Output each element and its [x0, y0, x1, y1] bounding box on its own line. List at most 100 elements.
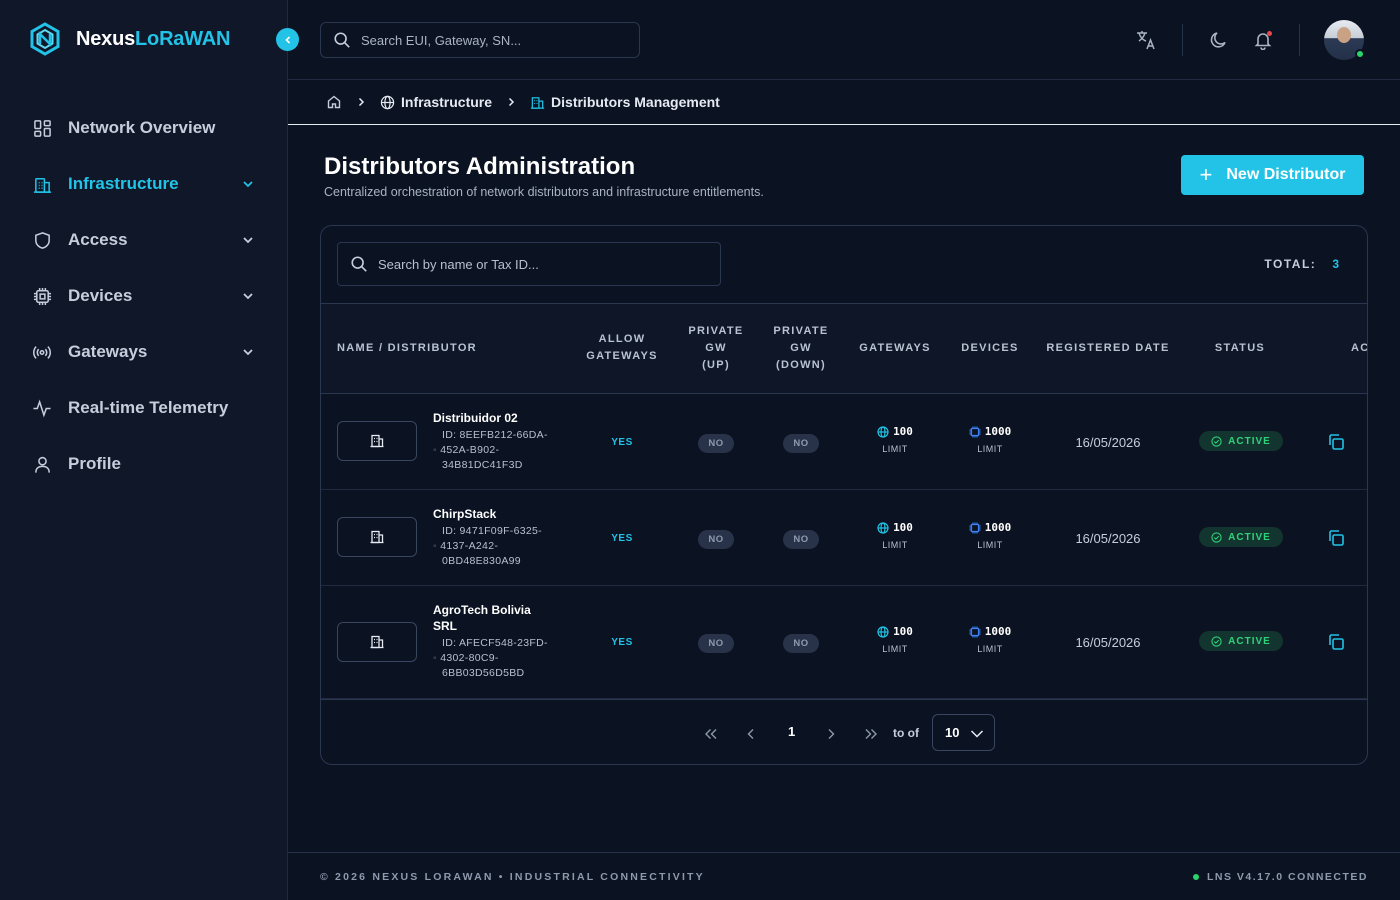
chevron-down-icon: [242, 289, 254, 307]
devices-limit-label: LIMIT: [977, 644, 1003, 654]
sidebar-item-access[interactable]: Access: [0, 212, 288, 268]
gateways-limit-label: LIMIT: [882, 644, 908, 654]
sidebar-item-devices[interactable]: Devices: [0, 268, 288, 324]
distributor-building-icon[interactable]: [337, 517, 417, 557]
chip-icon: [969, 426, 981, 438]
header-line: GATEWAYS: [586, 350, 658, 362]
moon-icon[interactable]: [1207, 28, 1231, 52]
sidebar-item-label: Profile: [68, 454, 121, 473]
id-line-text: 4302-80C9-: [440, 652, 499, 664]
copy-icon[interactable]: [1326, 528, 1346, 548]
header-gateways[interactable]: GATEWAYS: [855, 340, 935, 357]
devices-limit: 1000 LIMIT: [955, 521, 1025, 550]
bell-icon[interactable]: [1251, 28, 1275, 52]
registered-date: 16/05/2026: [1075, 531, 1141, 546]
page-size-select[interactable]: 10: [932, 714, 995, 751]
gateways-limit-value: 100: [893, 625, 913, 638]
breadcrumb-label: Distributors Management: [551, 94, 720, 110]
global-search-input[interactable]: [361, 32, 621, 48]
sidebar-collapse-button[interactable]: [276, 28, 299, 51]
gateways-limit-value: 100: [893, 425, 913, 438]
next-page-icon[interactable]: [821, 724, 841, 744]
devices-limit-value: 1000: [984, 521, 1012, 534]
devices-limit-value: 1000: [984, 625, 1012, 638]
private-gw-down-badge: NO: [783, 530, 819, 549]
app-name: NexusLoRaWAN: [76, 28, 230, 51]
main-content: Distributors Administration Centralized …: [288, 125, 1400, 852]
header-line: (DOWN): [776, 359, 826, 371]
breadcrumb: Infrastructure Distributors Management: [288, 80, 1400, 125]
breadcrumb-infrastructure[interactable]: Infrastructure: [380, 94, 492, 110]
chevron-down-icon: [970, 727, 984, 742]
header-name[interactable]: NAME / DISTRIBUTOR: [337, 340, 477, 357]
header-private-gw-down[interactable]: PRIVATE GW (DOWN): [766, 323, 836, 374]
global-search[interactable]: [320, 22, 640, 58]
app-logo[interactable]: NexusLoRaWAN: [28, 22, 230, 56]
search-icon: [334, 32, 350, 48]
devices-limit: 1000 LIMIT: [955, 625, 1025, 654]
allow-gateways-value: YES: [611, 637, 633, 648]
connection-status-text: LNS V4.17.0 CONNECTED: [1206, 871, 1368, 883]
id-line: 0BD48E830A99: [442, 555, 521, 567]
chevron-left-icon: [284, 35, 290, 44]
chevron-down-icon: [242, 177, 254, 195]
copy-icon[interactable]: [1326, 432, 1346, 452]
avatar[interactable]: [1324, 20, 1365, 60]
distributor-id: ID: 8EEFB212-66DA- ◦ 452A-B902- 34B81DC4…: [433, 428, 553, 473]
first-page-icon[interactable]: [701, 724, 721, 744]
id-line: ID: 8EEFB212-66DA-: [442, 429, 548, 441]
table-row[interactable]: ChirpStack ID: 9471F09F-6325- ◦ 4137-A24…: [321, 490, 1367, 586]
status-text: ACTIVE: [1228, 635, 1271, 647]
header-allow-gateways[interactable]: ALLOW GATEWAYS: [577, 331, 667, 365]
footer: © 2026 NEXUS LORAWAN • INDUSTRIAL CONNEC…: [288, 852, 1400, 900]
app-name-part2: LoRaWAN: [135, 27, 231, 50]
sidebar-item-network-overview[interactable]: Network Overview: [0, 100, 288, 156]
gateways-limit: 100 LIMIT: [860, 521, 930, 550]
search-icon: [351, 256, 367, 272]
sidebar-item-gateways[interactable]: Gateways: [0, 324, 288, 380]
status-badge: ACTIVE: [1199, 431, 1283, 451]
topbar: [288, 0, 1400, 80]
total-value: 3: [1332, 257, 1339, 271]
breadcrumb-home[interactable]: [326, 94, 342, 110]
sidebar-item-infrastructure[interactable]: Infrastructure: [0, 156, 288, 212]
topbar-actions: [1134, 20, 1365, 60]
chevron-right-icon: [506, 97, 516, 107]
prev-page-icon[interactable]: [741, 724, 761, 744]
header-line: ALLOW: [598, 333, 646, 345]
table-row[interactable]: Distribuidor 02 ID: 8EEFB212-66DA- ◦ 452…: [321, 394, 1367, 490]
header-private-gw-up[interactable]: PRIVATE GW (UP): [681, 323, 751, 374]
logo-icon: [28, 22, 62, 56]
header-status[interactable]: STATUS: [1205, 340, 1275, 357]
header-registered-date[interactable]: REGISTERED DATE: [1043, 340, 1173, 357]
notification-dot: [1267, 31, 1272, 36]
chevron-right-icon: [356, 97, 366, 107]
total-label: TOTAL:: [1264, 257, 1317, 271]
chip-icon: [969, 626, 981, 638]
header-devices[interactable]: DEVICES: [955, 340, 1025, 357]
gateways-limit-value: 100: [893, 521, 913, 534]
table-search-input[interactable]: [378, 256, 698, 272]
distributor-building-icon[interactable]: [337, 421, 417, 461]
private-gw-up-badge: NO: [698, 530, 734, 549]
page-title: Distributors Administration: [324, 153, 636, 180]
translate-icon[interactable]: [1134, 28, 1158, 52]
sidebar-item-telemetry[interactable]: Real-time Telemetry: [0, 380, 288, 436]
sidebar-item-profile[interactable]: Profile: [0, 436, 288, 492]
sidebar-item-label: Real-time Telemetry: [68, 398, 229, 417]
copy-icon[interactable]: [1326, 632, 1346, 652]
table-search[interactable]: [337, 242, 721, 286]
id-line: ◦ 4302-80C9-: [433, 652, 499, 664]
distributor-building-icon[interactable]: [337, 622, 417, 662]
sidebar-item-label: Devices: [68, 286, 133, 305]
last-page-icon[interactable]: [861, 724, 881, 744]
sidebar-item-label: Infrastructure: [68, 174, 179, 193]
new-distributor-button[interactable]: + New Distributor: [1181, 155, 1364, 195]
table-row[interactable]: AgroTech Bolivia SRL ID: AFECF548-23FD- …: [321, 586, 1367, 699]
shield-icon: [32, 230, 52, 250]
building-icon: [32, 174, 52, 194]
id-line: ◦ 4137-A242-: [433, 540, 499, 552]
header-line: PRIVATE: [688, 325, 744, 337]
id-line: 6BB03D56D5BD: [442, 667, 525, 679]
current-page[interactable]: 1: [788, 724, 795, 739]
